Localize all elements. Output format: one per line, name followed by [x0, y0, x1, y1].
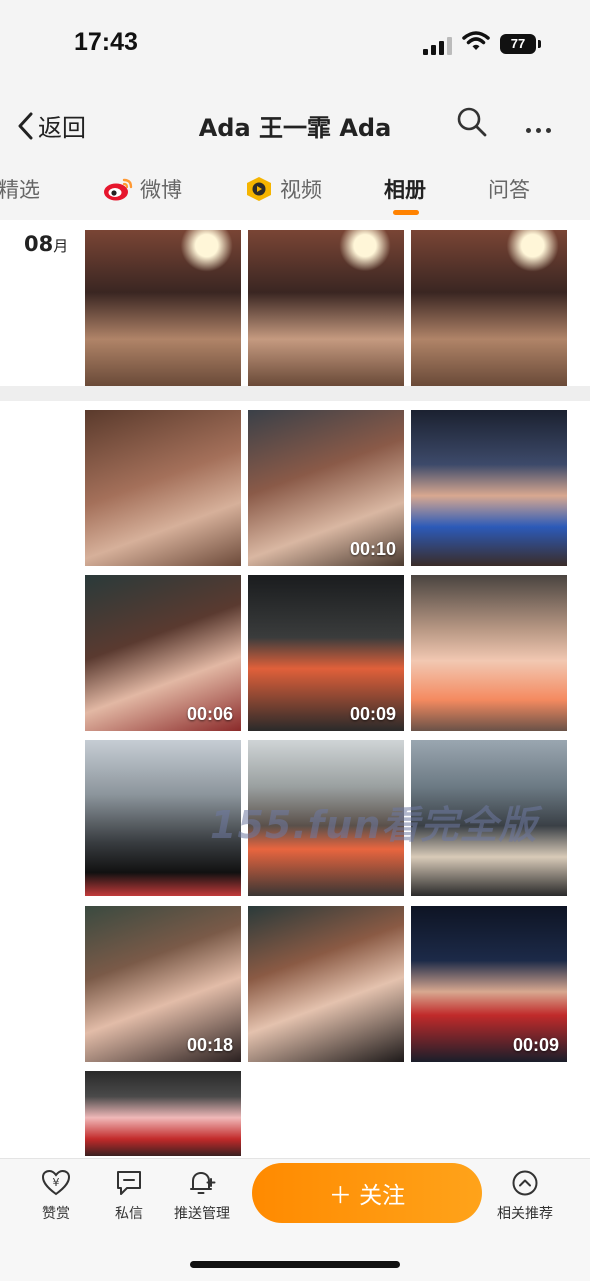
- push-settings-button[interactable]: 推送管理: [167, 1169, 237, 1223]
- video-duration: 00:09: [512, 1035, 559, 1055]
- chat-bubble-icon: [117, 1171, 141, 1195]
- active-tab-indicator: [393, 210, 419, 215]
- album-video[interactable]: 00:18: [85, 906, 241, 1062]
- message-button[interactable]: 私信: [94, 1169, 164, 1223]
- page-title: Ada 王一霏 Ada: [198, 114, 392, 142]
- tab-label: 问答: [488, 178, 530, 202]
- video-channel-icon: [247, 177, 271, 201]
- tab-featured[interactable]: 精选: [0, 174, 40, 204]
- related-recommend-label: 相关推荐: [497, 1206, 553, 1222]
- home-indicator[interactable]: [190, 1261, 400, 1268]
- tab-video[interactable]: 视频: [244, 174, 322, 204]
- video-duration: 00:18: [186, 1035, 233, 1055]
- svg-text:¥: ¥: [53, 1176, 60, 1189]
- status-time: 17:43: [74, 28, 138, 56]
- video-duration: 00:09: [349, 704, 396, 724]
- profile-tabs: 精选 微博 视频 相册 问答: [0, 160, 590, 220]
- tab-label: 视频: [280, 178, 322, 202]
- tab-label: 微博: [140, 178, 182, 202]
- tab-weibo[interactable]: 微博: [102, 174, 182, 204]
- follow-button[interactable]: ＋ 关注: [252, 1163, 482, 1223]
- album-video[interactable]: 00:09: [411, 906, 567, 1062]
- reward-heart-icon: ¥: [41, 1169, 71, 1196]
- album-grid: 08月 00:10 00:06 00:09 00:18 00:09 155.fu…: [0, 220, 590, 1160]
- wifi-icon: [462, 30, 490, 56]
- album-photo[interactable]: [248, 906, 404, 1062]
- push-settings-label: 推送管理: [174, 1206, 230, 1222]
- reward-label: 赞赏: [42, 1206, 70, 1222]
- tab-label: 精选: [0, 178, 40, 202]
- album-photo[interactable]: [85, 1071, 241, 1156]
- more-dots-icon: [526, 128, 531, 133]
- bell-plus-icon: [190, 1171, 216, 1194]
- watermark-text: 155.fun看完全版: [210, 803, 538, 847]
- status-bar: 17:43 77: [0, 0, 590, 88]
- album-photo[interactable]: [411, 575, 567, 731]
- section-divider: [0, 386, 590, 401]
- battery-icon: 77: [500, 34, 541, 54]
- video-duration: 00:10: [349, 539, 396, 559]
- month-header: 08月: [24, 232, 69, 256]
- album-photo[interactable]: [411, 230, 567, 386]
- cellular-signal-icon: [423, 36, 455, 55]
- tab-qa[interactable]: 问答: [488, 174, 530, 204]
- album-photo[interactable]: [85, 410, 241, 566]
- tab-label: 相册: [384, 178, 426, 202]
- weibo-icon: [104, 178, 133, 201]
- nav-bar: 返回 Ada 王一霏 Ada: [0, 88, 590, 160]
- tab-album[interactable]: 相册: [384, 174, 426, 204]
- album-photo[interactable]: [248, 230, 404, 386]
- reward-button[interactable]: ¥ 赞赏: [21, 1169, 91, 1223]
- album-video[interactable]: 00:09: [248, 575, 404, 731]
- album-photo[interactable]: [85, 230, 241, 386]
- album-video[interactable]: 00:10: [248, 410, 404, 566]
- search-button[interactable]: [456, 106, 488, 142]
- message-label: 私信: [115, 1206, 143, 1222]
- related-recommend-button[interactable]: 相关推荐: [490, 1169, 560, 1223]
- album-photo[interactable]: [411, 410, 567, 566]
- album-video[interactable]: 00:06: [85, 575, 241, 731]
- video-duration: 00:06: [186, 704, 233, 724]
- chevron-up-circle-icon: [512, 1170, 538, 1196]
- more-options-button[interactable]: [526, 118, 556, 137]
- search-icon: [457, 107, 487, 137]
